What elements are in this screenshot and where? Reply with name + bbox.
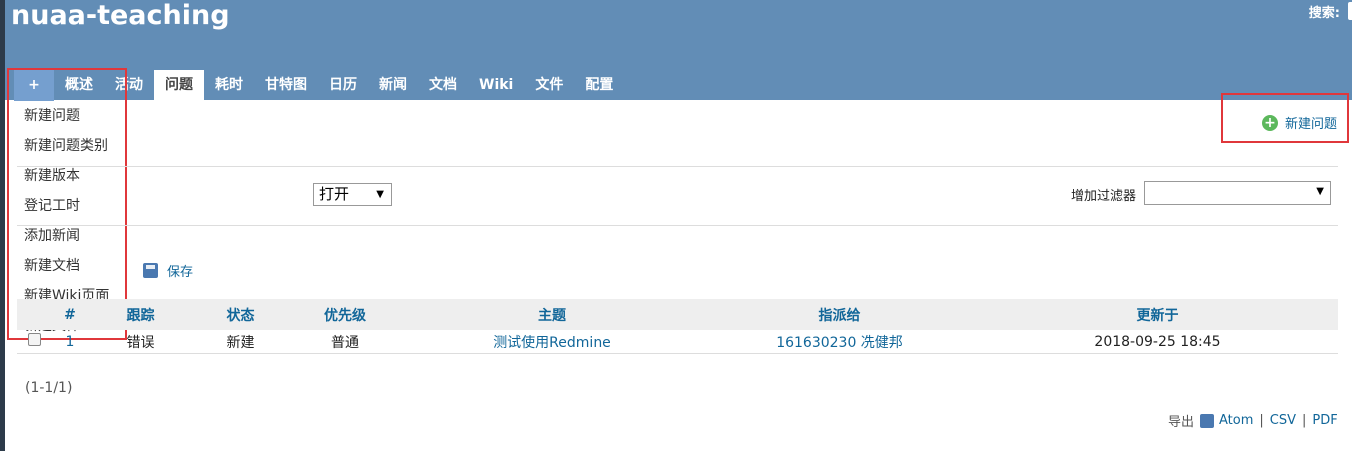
add-icon: + [1262,114,1278,131]
issues-table: # 跟踪 状态 优先级 主题 指派给 更新于 1 错误 新建 普通 测试使用Re… [17,299,1338,354]
separator: | [1302,413,1307,428]
tab-overview[interactable]: 概述 [54,70,104,101]
tab-activity[interactable]: 活动 [104,70,154,101]
export-atom-link[interactable]: Atom [1219,413,1253,428]
separator: | [1259,413,1264,428]
save-query-button[interactable]: 保存 [143,261,193,280]
table-row: 1 错误 新建 普通 测试使用Redmine 161630230 冼健邦 201… [17,330,1338,354]
export-pdf-link[interactable]: PDF [1312,413,1337,428]
pagination-info: (1-1/1) [25,380,73,396]
dropdown-arrow-icon: ▼ [376,189,384,200]
main-menu-tabs: + 概述 活动 问题 耗时 甘特图 日历 新闻 文档 Wiki 文件 配置 [5,70,624,101]
issue-id-link[interactable]: 1 [52,334,88,350]
status-filter-select[interactable]: 打开 ▼ [313,183,392,206]
tab-calendar[interactable]: 日历 [318,70,368,101]
header-priority[interactable]: 优先级 [288,305,402,325]
save-label: 保存 [167,265,194,280]
add-filter-select[interactable]: ▼ [1144,181,1331,205]
table-header-row: # 跟踪 状态 优先级 主题 指派给 更新于 [17,299,1338,330]
issue-assignee-link[interactable]: 161630230 冼健邦 [702,332,977,352]
new-object-tab[interactable]: + [14,70,54,101]
issue-subject-link[interactable]: 测试使用Redmine [402,332,702,352]
search-label: 搜索: [1308,6,1340,21]
menu-item-new-issue[interactable]: 新建问题 [9,101,125,131]
issue-updated: 2018-09-25 18:45 [1094,333,1221,350]
search-input[interactable] [1348,2,1357,20]
row-checkbox[interactable] [28,333,41,346]
row-select-cell [17,333,52,350]
divider [17,166,1338,167]
tab-documents[interactable]: 文档 [418,70,468,101]
issue-priority: 普通 [331,334,359,351]
menu-item-new-issue-category[interactable]: 新建问题类别 [9,131,125,161]
tab-settings[interactable]: 配置 [574,70,624,101]
dropdown-arrow-icon: ▼ [1316,186,1324,197]
header-status[interactable]: 状态 [193,305,288,325]
menu-item-new-document[interactable]: 新建文档 [9,251,125,281]
header-assignee[interactable]: 指派给 [702,305,977,325]
project-title: nuaa-teaching [11,0,230,31]
header-updated[interactable]: 更新于 [977,305,1338,325]
status-filter-value: 打开 [319,185,350,203]
menu-item-log-time[interactable]: 登记工时 [9,191,125,221]
tab-news[interactable]: 新闻 [368,70,418,101]
new-issue-label: 新建问题 [1285,117,1338,132]
tab-time-entries[interactable]: 耗时 [204,70,254,101]
tab-issues[interactable]: 问题 [154,70,204,101]
header-id[interactable]: # [52,307,88,323]
issue-status: 新建 [226,334,255,351]
tab-wiki[interactable]: Wiki [468,70,524,101]
tab-files[interactable]: 文件 [524,70,574,101]
divider [17,225,1338,226]
new-issue-button[interactable]: + 新建问题 [1262,113,1337,132]
header-subject[interactable]: 主题 [402,305,702,325]
feed-icon [1200,413,1215,428]
header-tracker[interactable]: 跟踪 [88,305,193,325]
export-csv-link[interactable]: CSV [1270,413,1296,428]
export-label: 导出 [1168,415,1195,430]
add-filter-label: 增加过滤器 [1071,189,1137,204]
tab-gantt[interactable]: 甘特图 [254,70,318,101]
issue-tracker: 错误 [126,334,155,351]
save-icon [143,263,158,278]
export-links: 导出 Atom | CSV | PDF [1168,411,1338,430]
